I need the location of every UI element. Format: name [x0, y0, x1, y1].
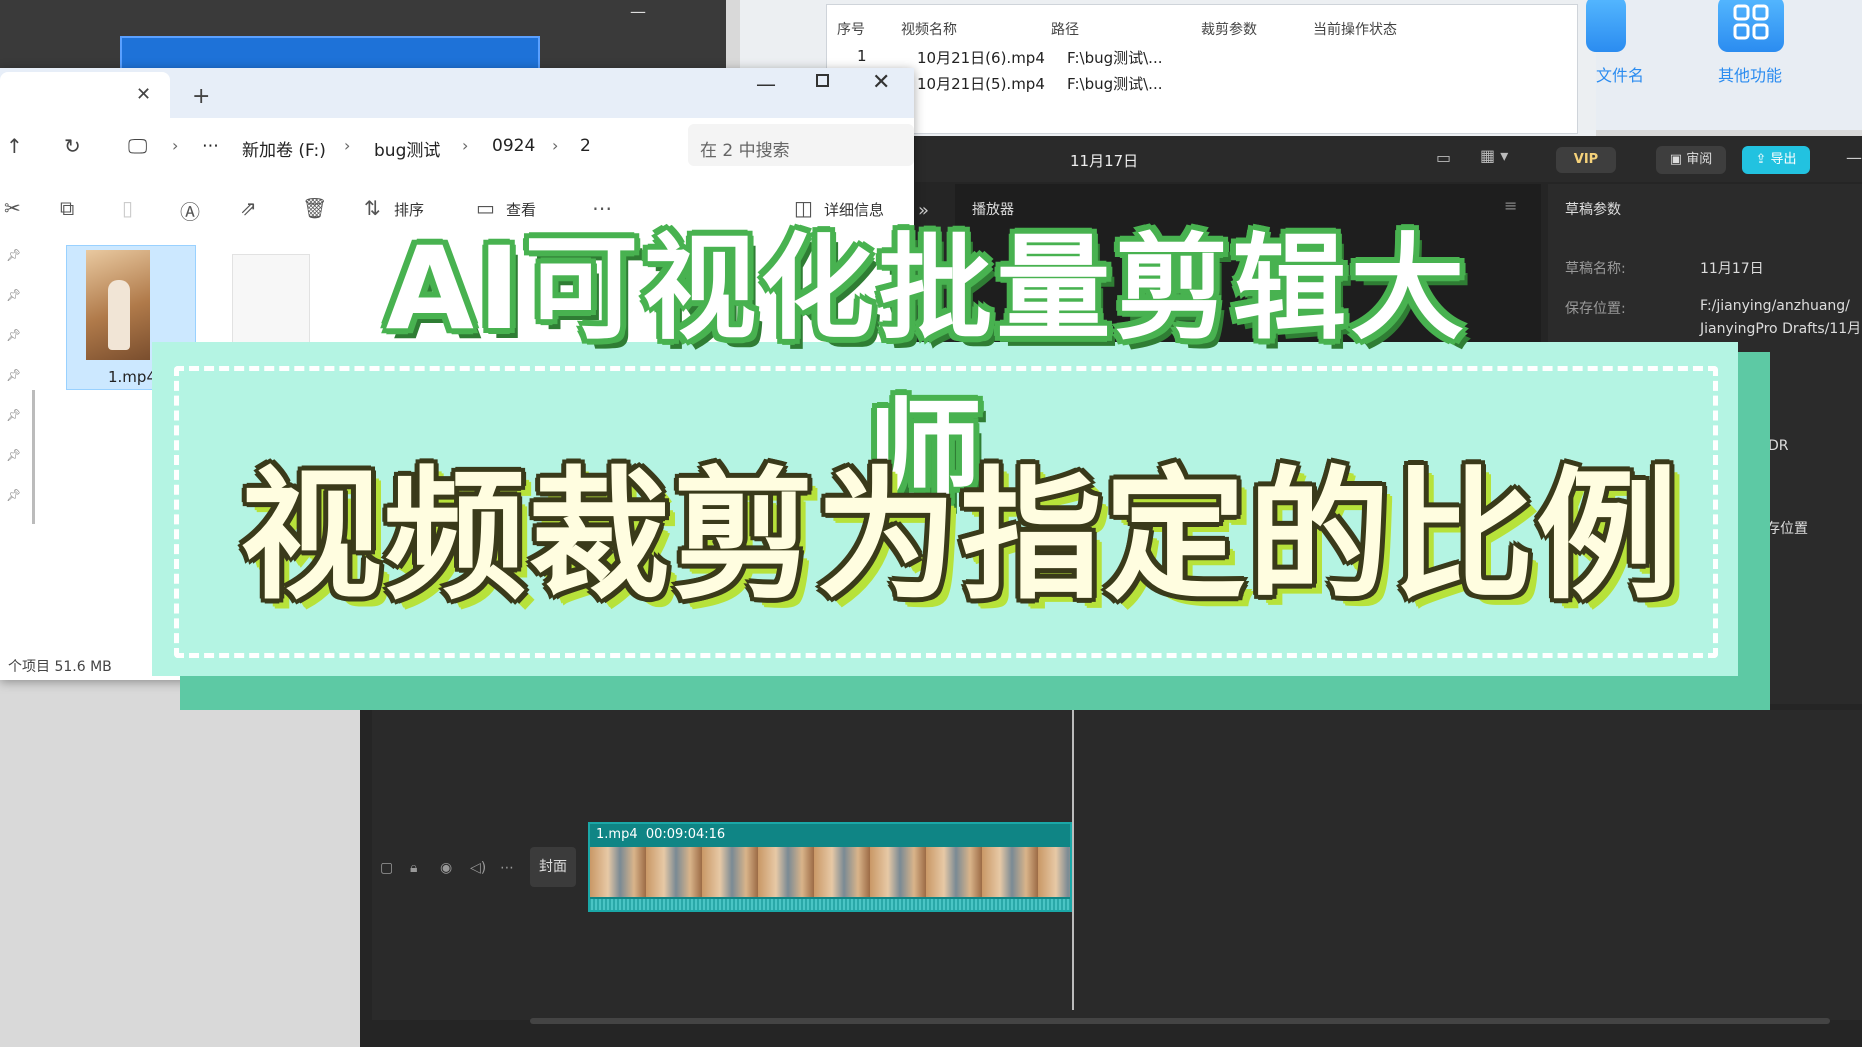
- batch-video-table: 序号 视频名称 路径 裁剪参数 当前操作状态 1 10月21日(6).mp4 F…: [826, 4, 1578, 134]
- cut-icon[interactable]: ✂: [4, 196, 21, 220]
- clip-thumbnails: [590, 847, 1070, 897]
- clip-duration: 00:09:04:16: [645, 827, 726, 842]
- track-toggle-icon[interactable]: ▢: [380, 860, 393, 876]
- sidebar-scrollbar[interactable]: [32, 390, 35, 524]
- copy-icon[interactable]: ⧉: [60, 196, 74, 220]
- review-label: 审阅: [1686, 152, 1713, 167]
- layout-icon[interactable]: ▦ ▾: [1480, 146, 1508, 165]
- param-key-name: 草稿名称:: [1565, 261, 1626, 277]
- chevron-right-icon: ›: [462, 136, 469, 155]
- close-icon[interactable]: ✕: [872, 70, 890, 95]
- chevron-right-icon: ›: [552, 136, 559, 155]
- background-blue-button[interactable]: [120, 36, 540, 70]
- volume-icon[interactable]: ◁): [470, 860, 486, 876]
- eye-icon[interactable]: ◉: [440, 860, 452, 876]
- new-tab-icon[interactable]: +: [192, 84, 210, 109]
- paste-icon[interactable]: ▯: [122, 196, 133, 220]
- subtitle-text: 视频裁剪为指定的比例: [240, 454, 1680, 619]
- row-path: F:\bug测试\...: [1067, 49, 1163, 67]
- pin-icon[interactable]: 📌︎: [6, 248, 21, 262]
- param-partial-dr: DR: [1768, 438, 1789, 454]
- lock-icon[interactable]: 🔒︎: [410, 860, 417, 876]
- more-icon[interactable]: ⋯: [500, 860, 514, 876]
- status-bar-text: 个项目 51.6 MB: [8, 659, 112, 675]
- other-functions-icon[interactable]: [1718, 0, 1784, 52]
- pin-icon[interactable]: 📌︎: [6, 408, 21, 422]
- pin-icon[interactable]: 📌︎: [6, 448, 21, 462]
- thumbnail-figure: [108, 280, 130, 350]
- review-button[interactable]: ▣ 审阅: [1656, 146, 1726, 174]
- timeline-scrollbar[interactable]: [530, 1018, 1830, 1024]
- other-functions-label[interactable]: 其他功能: [1718, 62, 1782, 86]
- draft-params-title: 草稿参数: [1565, 202, 1621, 218]
- clip-label: 1.mp4 00:09:04:16: [596, 827, 725, 842]
- up-arrow-icon[interactable]: ↑: [6, 134, 23, 158]
- vip-button[interactable]: VIP: [1556, 147, 1616, 173]
- delete-icon[interactable]: 🗑︎: [302, 196, 327, 220]
- param-value-name: 11月17日: [1700, 261, 1764, 277]
- row-video-name: 10月21日(5).mp4: [917, 75, 1045, 93]
- minimize-icon[interactable]: —: [756, 72, 776, 96]
- breadcrumb-folder-2[interactable]: 2: [580, 136, 591, 156]
- rename-tool-label[interactable]: 文件名: [1596, 62, 1644, 86]
- minimize-icon[interactable]: —: [630, 2, 646, 21]
- maximize-icon[interactable]: [816, 74, 829, 87]
- playhead[interactable]: [1072, 710, 1074, 1010]
- param-value-location-cont: JianyingPro Drafts/11月: [1700, 321, 1862, 337]
- menu-icon[interactable]: ≡: [1504, 196, 1517, 215]
- table-header-path: 路径: [1051, 22, 1079, 38]
- breadcrumb-folder-bug[interactable]: bug测试: [374, 136, 440, 161]
- export-icon: ⇪: [1755, 152, 1771, 167]
- share-icon[interactable]: ⇗: [240, 196, 257, 220]
- breadcrumb-folder-0924[interactable]: 0924: [492, 136, 535, 156]
- search-placeholder: 在 2 中搜索: [700, 141, 790, 161]
- document-icon[interactable]: [232, 254, 310, 344]
- chevron-right-icon: ›: [344, 136, 351, 155]
- chevron-right-icon: ›: [172, 136, 179, 155]
- pin-icon[interactable]: 📌︎: [6, 288, 21, 302]
- pin-icon[interactable]: 📌︎: [6, 488, 21, 502]
- row-video-name: 10月21日(6).mp4: [917, 49, 1045, 67]
- export-label: 导出: [1770, 152, 1797, 167]
- export-button[interactable]: ⇪ 导出: [1742, 146, 1810, 174]
- review-icon: ▣: [1669, 152, 1687, 167]
- editor-title: 11月17日: [1070, 152, 1139, 170]
- minimize-icon[interactable]: —: [1846, 148, 1862, 167]
- pin-icon[interactable]: 📌︎: [6, 368, 21, 382]
- param-key-location: 保存位置:: [1565, 301, 1626, 317]
- row-path: F:\bug测试\...: [1067, 75, 1163, 93]
- file-name: 1.mp4: [108, 368, 156, 386]
- clip-name: 1.mp4: [596, 827, 638, 842]
- table-header-status: 当前操作状态: [1313, 22, 1397, 38]
- rename-tool-icon[interactable]: [1586, 0, 1626, 52]
- breadcrumb-more[interactable]: ⋯: [202, 136, 219, 156]
- tool-panel: 文件名 其他功能: [1586, 0, 1862, 130]
- param-value-location: F:/jianying/anzhuang/: [1700, 298, 1850, 314]
- clip-waveform: [590, 899, 1070, 910]
- table-header-index: 序号: [837, 22, 865, 38]
- param-partial-location: 存位置: [1766, 521, 1808, 537]
- cover-button[interactable]: 封面: [530, 847, 576, 887]
- row-index: 1: [857, 47, 867, 65]
- table-header-crop-params: 裁剪参数: [1201, 22, 1257, 38]
- rename-icon[interactable]: Ⓐ: [180, 196, 200, 225]
- subtitle-icon[interactable]: ▭: [1436, 148, 1451, 167]
- video-clip[interactable]: 1.mp4 00:09:04:16: [588, 822, 1072, 912]
- table-header-name: 视频名称: [901, 22, 957, 38]
- computer-icon[interactable]: 🖵︎: [128, 134, 147, 158]
- pin-icon[interactable]: 📌︎: [6, 328, 21, 342]
- close-tab-icon[interactable]: ✕: [136, 84, 151, 105]
- refresh-icon[interactable]: ↻: [64, 134, 81, 158]
- breadcrumb-drive[interactable]: 新加卷 (F:): [242, 136, 326, 161]
